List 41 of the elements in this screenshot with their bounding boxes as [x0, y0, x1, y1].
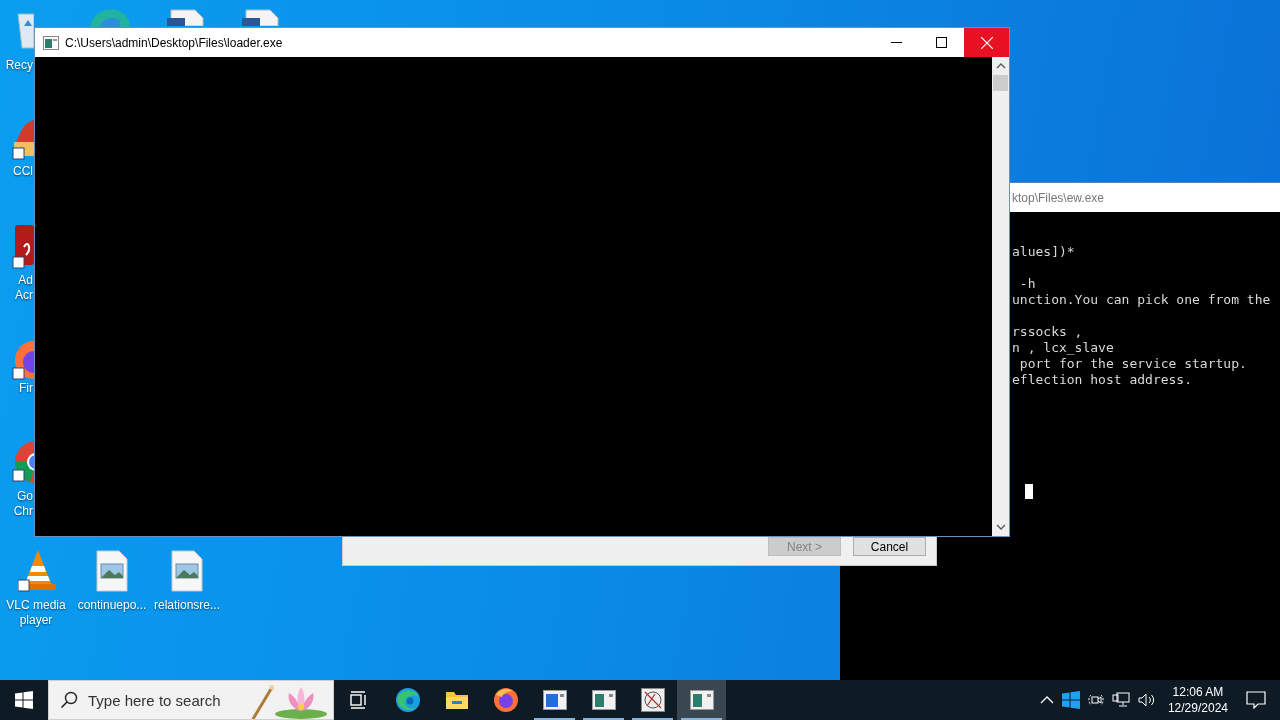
- console-line: alues])*: [1012, 244, 1076, 260]
- console-line: -h: [1018, 276, 1037, 292]
- taskbar-app-icon[interactable]: [677, 680, 726, 720]
- image-file-icon[interactable]: [95, 550, 129, 592]
- volume-icon[interactable]: [1137, 692, 1156, 708]
- icon-label: CCl: [12, 164, 33, 179]
- network-icon[interactable]: [1111, 692, 1130, 708]
- notification-icon[interactable]: [1246, 691, 1266, 709]
- image-file-icon[interactable]: [170, 550, 204, 592]
- traffic-cone-icon[interactable]: [18, 548, 58, 592]
- console-line: unction.You can pick one from the: [1012, 292, 1272, 308]
- acrobat-icon[interactable]: [12, 225, 34, 269]
- icon-label: Ad: [17, 273, 33, 288]
- console-icon: [43, 35, 59, 50]
- icon-label: player: [18, 613, 54, 628]
- icon-label: Chr: [12, 504, 33, 519]
- console-line: eflection host address.: [1012, 372, 1193, 388]
- search-icon: [60, 691, 78, 709]
- dialog-button[interactable]: Cancel: [853, 537, 926, 556]
- scrollbar[interactable]: [992, 57, 1009, 536]
- windows-logo-icon[interactable]: [1061, 691, 1080, 709]
- icon-label: continuepo...: [76, 598, 148, 613]
- window-title: ktop\Files\ew.exe: [1012, 190, 1105, 205]
- close-icon[interactable]: [980, 36, 993, 49]
- search-box[interactable]: Type here to search: [48, 680, 334, 720]
- icon-label: Acr: [14, 288, 33, 303]
- maximize-icon[interactable]: [936, 37, 947, 48]
- search-field[interactable]: Type here to search: [86, 690, 250, 710]
- icon-label: VLC media: [5, 598, 67, 613]
- console-line: rssocks ,: [1012, 324, 1084, 340]
- chevron-up-icon[interactable]: [1039, 695, 1054, 705]
- window-title: C:\Users\admin\Desktop\Files\loader.exe: [65, 35, 283, 50]
- scroll-thumb[interactable]: [993, 75, 1008, 91]
- clock-time[interactable]: 12:06 AM: [1172, 684, 1224, 700]
- console-line: port for the service startup.: [1018, 356, 1248, 372]
- icon-label: relationsre...: [153, 598, 221, 613]
- icon-label: Go: [16, 489, 33, 504]
- icon-label: Recy: [4, 58, 33, 73]
- console-line: n , lcx_slave: [1012, 340, 1115, 356]
- icon-label: Fir: [18, 381, 33, 396]
- clock-date[interactable]: 12/29/2024: [1167, 700, 1228, 716]
